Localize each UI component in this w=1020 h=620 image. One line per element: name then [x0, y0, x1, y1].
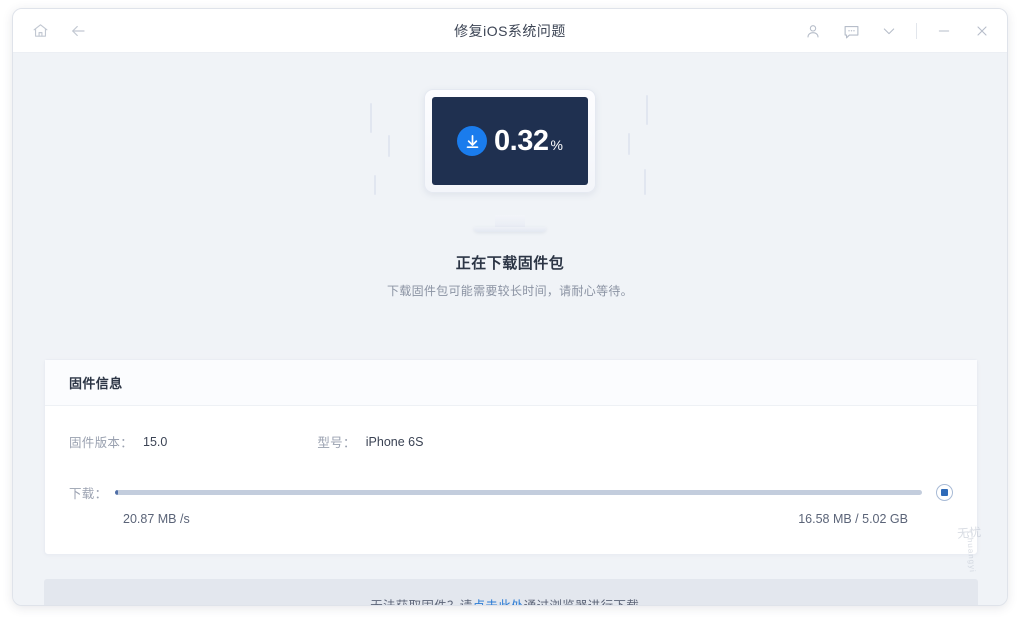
decorative-tick	[644, 169, 646, 195]
firmware-info-card: 固件信息 固件版本： 15.0 型号： iPhone 6S 下载： 20.87 …	[44, 359, 978, 555]
firmware-details-row: 固件版本： 15.0 型号： iPhone 6S	[69, 432, 953, 451]
download-progress-label: 下载：	[69, 487, 108, 501]
firmware-version-label: 固件版本：	[69, 436, 134, 450]
content-area: 0.32 % 正在下载固件包 下载固件包可能需要较长时间，请耐心等待。 固件信息	[13, 53, 1007, 606]
browser-download-notice: 无法获取固件？请 点击此处 通过浏览器进行下载。	[44, 579, 978, 606]
application-window: 修复iOS系统问题 0.32 % 正在下载固件包 下载固件包可能需要较长时间，请…	[12, 8, 1008, 606]
download-status-title: 正在下载固件包	[455, 255, 565, 272]
firmware-card-title: 固件信息	[69, 376, 123, 391]
download-progress-fill	[115, 490, 119, 495]
monitor-neck	[495, 215, 525, 227]
stop-button-icon[interactable]	[936, 484, 953, 501]
toolbar-divider	[916, 23, 917, 39]
title-bar: 修复iOS系统问题	[13, 9, 1007, 53]
download-progress-block: 下载： 20.87 MB /s 16.58 MB / 5.02 GB	[69, 483, 953, 526]
notice-text-after: 通过浏览器进行下载。	[523, 598, 652, 606]
browser-download-link[interactable]: 点击此处	[473, 595, 524, 606]
firmware-model-group: 型号： iPhone 6S	[317, 432, 423, 451]
download-arrow-icon	[457, 126, 488, 156]
firmware-card-body: 固件版本： 15.0 型号： iPhone 6S 下载： 20.87 MB /s…	[45, 406, 977, 554]
download-transferred: 16.58 MB / 5.02 GB	[798, 512, 908, 526]
monitor-frame: 0.32 %	[424, 89, 596, 193]
download-progress-meta: 20.87 MB /s 16.58 MB / 5.02 GB	[69, 512, 953, 526]
progress-percent: 0.32 %	[494, 124, 563, 157]
minimize-icon[interactable]	[933, 20, 955, 42]
download-speed: 20.87 MB /s	[123, 512, 190, 526]
chat-bubble-icon[interactable]	[840, 20, 862, 42]
back-arrow-icon[interactable]	[67, 20, 89, 42]
decorative-tick	[374, 175, 376, 195]
firmware-version-value: 15.0	[143, 434, 168, 449]
chevron-down-icon[interactable]	[878, 20, 900, 42]
firmware-model-value: iPhone 6S	[365, 434, 424, 449]
progress-percent-sign: %	[550, 136, 563, 153]
decorative-tick	[388, 135, 390, 157]
monitor-screen: 0.32 %	[432, 97, 588, 185]
decorative-tick	[370, 103, 372, 133]
download-hero: 0.32 % 正在下载固件包 下载固件包可能需要较长时间，请耐心等待。	[13, 53, 1007, 299]
home-icon[interactable]	[29, 20, 51, 42]
notice-text-before: 无法获取固件？请	[370, 598, 473, 606]
download-status-subtitle: 下载固件包可能需要较长时间，请耐心等待。	[386, 284, 633, 298]
firmware-model-label: 型号：	[317, 436, 356, 450]
download-progress-row: 下载：	[69, 483, 953, 502]
title-bar-left-controls	[13, 20, 89, 42]
close-icon[interactable]	[971, 20, 993, 42]
firmware-card-header: 固件信息	[45, 360, 977, 406]
decorative-tick	[628, 133, 630, 155]
title-bar-right-controls	[802, 9, 993, 53]
progress-percent-value: 0.32	[494, 124, 549, 157]
download-progress-bar[interactable]	[115, 490, 922, 495]
user-account-icon[interactable]	[802, 20, 824, 42]
monitor-base	[474, 227, 546, 232]
monitor-illustration: 0.32 %	[360, 89, 660, 215]
decorative-tick	[646, 95, 648, 125]
monitor-stand	[360, 215, 660, 232]
